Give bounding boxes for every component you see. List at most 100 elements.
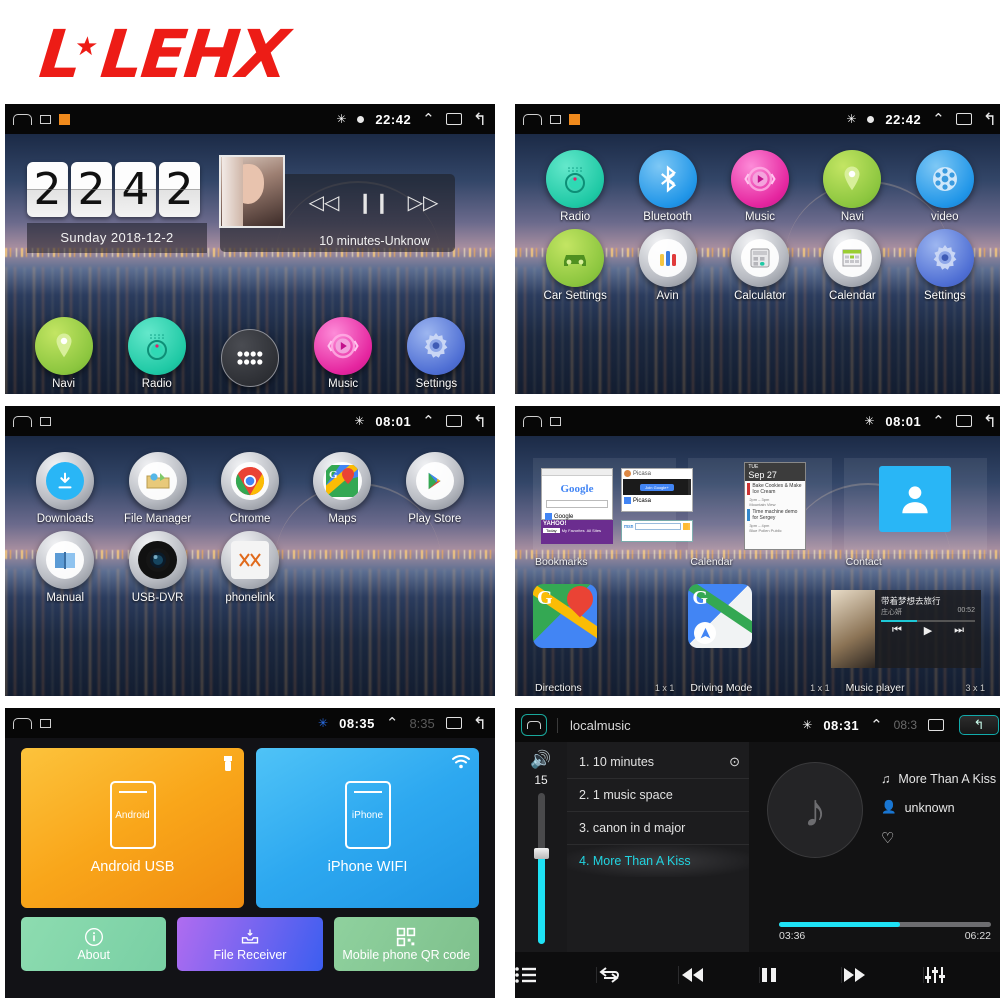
favorite-row[interactable]: ♡	[881, 829, 996, 847]
app-item-maps[interactable]: G Maps	[299, 452, 385, 525]
home-icon[interactable]	[13, 415, 32, 427]
chevron-up-icon[interactable]: ⌃	[422, 112, 435, 127]
volume-control[interactable]: 🔊 15	[515, 742, 567, 952]
recents-icon[interactable]	[955, 415, 972, 427]
button-label: About	[77, 947, 110, 962]
app-icon[interactable]	[569, 113, 580, 125]
prev-icon[interactable]: ◁◁	[309, 190, 340, 215]
chevron-up-icon[interactable]: ⌃	[386, 716, 399, 731]
heart-icon[interactable]: ♡	[881, 829, 894, 847]
app-item-manual[interactable]: Manual	[22, 531, 108, 604]
thumb-yahoo: YAHOO! Today My Favorites All Sites	[541, 520, 613, 544]
back-icon[interactable]: ↰	[983, 413, 997, 430]
app-item-navi[interactable]: Navi	[809, 150, 895, 223]
next-button[interactable]	[842, 967, 925, 983]
clock-widget[interactable]: 2 2 4 2 Sunday 2018-12-2	[27, 162, 207, 253]
app-item-play-store[interactable]: Play Store	[392, 452, 478, 525]
widget-tray: Google Google Picasa Join Google+ Picasa…	[515, 436, 1000, 696]
dock-item-settings[interactable]: Settings	[393, 317, 479, 390]
widget-contact[interactable]: Contact	[838, 458, 993, 568]
about-button[interactable]: About	[21, 917, 167, 971]
app-item-bluetooth[interactable]: Bluetooth	[625, 150, 711, 223]
chevron-up-icon[interactable]: ⌃	[422, 414, 435, 429]
volume-knob[interactable]	[533, 848, 549, 860]
chevron-up-icon[interactable]: ⌃	[932, 112, 945, 127]
file-manager-inner	[138, 461, 177, 501]
home-icon[interactable]	[523, 415, 542, 427]
screenshot-icon[interactable]	[40, 416, 51, 426]
camera-inner	[138, 540, 177, 580]
app-item-radio[interactable]: Radio	[532, 150, 618, 223]
app-item-usb-dvr[interactable]: USB-DVR	[115, 531, 201, 604]
back-icon[interactable]: ↰	[473, 111, 487, 128]
previous-button[interactable]	[679, 967, 761, 983]
app-item-video[interactable]: video	[902, 150, 988, 223]
home-icon[interactable]	[523, 113, 542, 125]
equalizer-button[interactable]	[924, 966, 1000, 984]
volume-slider[interactable]	[533, 793, 549, 944]
home-icon[interactable]	[13, 717, 32, 729]
app-item-settings[interactable]: Settings	[902, 229, 988, 302]
chevron-up-icon[interactable]: ⌃	[932, 414, 945, 429]
screenshot-icon[interactable]	[550, 416, 561, 426]
play-history-icon[interactable]: ⊙	[729, 754, 740, 770]
widget-calendar[interactable]: TUE Sep 27 Bake Cookies & Make Ice Cream …	[682, 458, 837, 568]
next-icon[interactable]: ▷▷	[408, 190, 439, 215]
camera-icon	[128, 531, 187, 589]
back-icon[interactable]: ↰	[959, 715, 999, 735]
progress-area[interactable]: 03:36 06:22	[779, 922, 991, 942]
playlist-button[interactable]	[515, 967, 597, 983]
list-item[interactable]: 2. 1 music space	[567, 779, 749, 812]
widget-album-art	[830, 590, 875, 668]
repeat-button[interactable]	[597, 966, 679, 984]
screenshot-icon[interactable]	[40, 718, 51, 728]
app-item-calendar[interactable]: Calendar	[809, 229, 895, 302]
home-icon[interactable]	[521, 714, 547, 736]
widget-music-player[interactable]: 带着梦想去旅行 庄心妍 00:52 ⏮ ▶ ⏭ Music player 3 x…	[830, 584, 993, 694]
progress-bar[interactable]	[779, 922, 991, 927]
recents-icon[interactable]	[445, 113, 462, 125]
dock-item-app-drawer[interactable]	[207, 329, 293, 390]
play-icon[interactable]: ▶	[924, 624, 932, 637]
pause-button[interactable]	[760, 967, 843, 983]
back-icon[interactable]: ↰	[473, 413, 487, 430]
recents-icon[interactable]	[445, 717, 462, 729]
list-item[interactable]: 3. canon in d major	[567, 812, 749, 845]
dock-item-radio[interactable]: Radio	[114, 317, 200, 390]
app-item-file-manager[interactable]: File Manager	[115, 452, 201, 525]
widget-label: Calendar	[690, 556, 733, 568]
home-icon[interactable]	[13, 113, 32, 125]
widget-bookmarks[interactable]: Google Google Picasa Join Google+ Picasa…	[527, 458, 693, 568]
screenshot-icon[interactable]	[40, 114, 51, 124]
previous-icon[interactable]: ⏮	[892, 624, 902, 637]
list-item-active[interactable]: 4. More Than A Kiss	[567, 845, 749, 877]
dock-item-music[interactable]: Music	[300, 317, 386, 390]
volume-value: 15	[534, 773, 548, 787]
tile-iphone-wifi[interactable]: iPhone iPhone WIFI	[256, 748, 479, 908]
app-item-avin[interactable]: Avin	[625, 229, 711, 302]
app-icon[interactable]	[59, 113, 70, 125]
widget-directions[interactable]: G Directions 1 x 1	[527, 584, 682, 694]
recents-icon[interactable]	[928, 719, 944, 731]
tile-android-usb[interactable]: Android Android USB	[21, 748, 244, 908]
widget-driving-mode[interactable]: G Driving Mode 1 x 1	[682, 584, 837, 694]
app-item-music[interactable]: Music	[717, 150, 803, 223]
app-item-calculator[interactable]: Calculator	[717, 229, 803, 302]
screenshot-icon[interactable]	[550, 114, 561, 124]
file-receiver-button[interactable]: File Receiver	[177, 917, 323, 971]
music-widget[interactable]: ◁◁ ❙❙ ▷▷ 10 minutes-Unknow	[219, 155, 455, 252]
back-icon[interactable]: ↰	[473, 715, 487, 732]
recents-icon[interactable]	[445, 415, 462, 427]
pause-icon[interactable]: ❙❙	[357, 190, 391, 215]
dock-item-navi[interactable]: Navi	[21, 317, 107, 390]
back-icon[interactable]: ↰	[983, 111, 997, 128]
recents-icon[interactable]	[955, 113, 972, 125]
app-item-phonelink[interactable]: phonelink	[207, 531, 293, 604]
qr-code-button[interactable]: Mobile phone QR code	[333, 917, 479, 971]
chevron-up-icon[interactable]: ⌃	[870, 718, 883, 733]
app-item-chrome[interactable]: Chrome	[207, 452, 293, 525]
list-item[interactable]: 1. 10 minutes ⊙	[567, 746, 749, 779]
next-icon[interactable]: ⏭	[954, 624, 964, 637]
app-item-downloads[interactable]: Downloads	[22, 452, 108, 525]
app-item-car-settings[interactable]: Car Settings	[532, 229, 618, 302]
